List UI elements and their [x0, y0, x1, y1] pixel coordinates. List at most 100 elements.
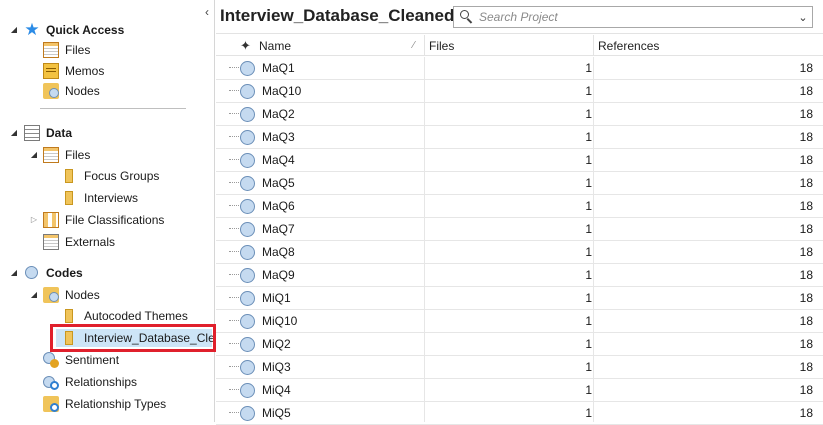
sidebar-item-data[interactable]: Data — [24, 123, 72, 143]
sidebar-item-externals[interactable]: Externals — [43, 232, 115, 252]
sidebar-item-quick-memos[interactable]: Memos — [43, 61, 104, 81]
tree-connector — [229, 412, 239, 414]
data-icon — [24, 125, 40, 141]
node-icon — [240, 268, 255, 283]
nodes-expander[interactable]: ◢ — [30, 291, 38, 299]
column-separator[interactable] — [424, 35, 425, 56]
sidebar-item-relationships[interactable]: Relationships — [43, 372, 137, 392]
row-files-count: 1 — [585, 360, 592, 374]
table-row[interactable]: MaQ4 1 18 — [216, 149, 823, 172]
sidebar-item-codes-nodes[interactable]: Nodes — [43, 285, 100, 305]
node-icon — [24, 265, 40, 281]
sidebar-item-label: Files — [65, 43, 91, 57]
row-name: MaQ4 — [262, 153, 295, 167]
quick-access-expander[interactable]: ◢ — [10, 26, 18, 34]
classification-icon — [43, 212, 59, 228]
row-references-count: 18 — [799, 291, 813, 305]
tree-connector — [229, 228, 239, 230]
folder-icon — [62, 190, 78, 206]
codes-expander[interactable]: ◢ — [10, 269, 18, 277]
node-icon — [240, 130, 255, 145]
files-icon — [43, 42, 59, 58]
row-name: MaQ9 — [262, 268, 295, 282]
section-label: Data — [46, 126, 73, 140]
sidebar-item-label: Nodes — [65, 288, 100, 302]
sidebar-item-label: Memos — [65, 64, 105, 78]
table-row[interactable]: MaQ9 1 18 — [216, 264, 823, 287]
tree-connector — [229, 113, 239, 115]
row-references-count: 18 — [799, 61, 813, 75]
table-header: ✦ Name ⁄ Files References — [216, 35, 823, 56]
sidebar-item-focus-groups[interactable]: Focus Groups — [62, 166, 159, 186]
sidebar-item-quick-nodes[interactable]: Nodes — [43, 81, 100, 101]
sidebar-item-relationship-types[interactable]: Relationship Types — [43, 394, 166, 414]
search-input[interactable] — [479, 8, 794, 26]
externals-icon — [43, 234, 59, 250]
sidebar-item-quick-files[interactable]: Files — [43, 40, 90, 60]
page-title: Interview_Database_Cleaned — [220, 6, 455, 25]
row-name: MiQ10 — [262, 314, 298, 328]
row-references-count: 18 — [799, 176, 813, 190]
column-header-files[interactable]: Files — [429, 39, 454, 53]
table-row[interactable]: MaQ7 1 18 — [216, 218, 823, 241]
sidebar-item-label: Relationships — [65, 375, 138, 389]
table-row[interactable]: MiQ10 1 18 — [216, 310, 823, 333]
row-files-count: 1 — [585, 383, 592, 397]
sidebar-item-sentiment[interactable]: Sentiment — [43, 350, 119, 370]
sidebar-item-file-classifications[interactable]: File Classifications — [43, 210, 164, 230]
sentiment-icon — [43, 352, 59, 368]
tree-connector — [229, 389, 239, 391]
column-header-name[interactable]: Name — [259, 39, 291, 53]
sort-indicator-icon: ⁄ — [413, 40, 415, 51]
tree-connector — [229, 274, 239, 276]
table-row[interactable]: MiQ2 1 18 — [216, 333, 823, 356]
collapse-sidebar-button[interactable]: ‹ — [201, 6, 213, 18]
row-references-count: 18 — [799, 222, 813, 236]
table-row[interactable]: MaQ1 1 18 — [216, 57, 823, 80]
node-icon — [240, 176, 255, 191]
sidebar-item-quick-access[interactable]: ★ Quick Access — [24, 20, 124, 40]
row-name: MiQ3 — [262, 360, 291, 374]
row-name: MaQ1 — [262, 61, 295, 75]
row-references-count: 18 — [799, 199, 813, 213]
sidebar-item-interviews[interactable]: Interviews — [62, 188, 138, 208]
sidebar-item-autocoded-themes[interactable]: Autocoded Themes — [62, 306, 188, 326]
row-references-count: 18 — [799, 130, 813, 144]
table-row[interactable]: MiQ3 1 18 — [216, 356, 823, 379]
section-divider — [40, 108, 186, 109]
row-name: MiQ1 — [262, 291, 291, 305]
row-name: MaQ3 — [262, 130, 295, 144]
files-expander[interactable]: ◢ — [30, 151, 38, 159]
row-name: MaQ6 — [262, 199, 295, 213]
sidebar-item-codes[interactable]: Codes — [24, 263, 83, 283]
table-row[interactable]: MaQ10 1 18 — [216, 80, 823, 103]
search-box[interactable]: ⌄ — [453, 6, 813, 28]
pin-icon[interactable]: ✦ — [240, 38, 251, 54]
node-icon — [240, 337, 255, 352]
table-row[interactable]: MiQ1 1 18 — [216, 287, 823, 310]
table-row[interactable]: MaQ5 1 18 — [216, 172, 823, 195]
table-row[interactable]: MaQ2 1 18 — [216, 103, 823, 126]
node-icon — [240, 84, 255, 99]
column-header-references[interactable]: References — [598, 39, 659, 53]
annotation-red-box — [50, 324, 216, 352]
row-name: MaQ5 — [262, 176, 295, 190]
sidebar-item-data-files[interactable]: Files — [43, 145, 90, 165]
row-name: MaQ2 — [262, 107, 295, 121]
table-row[interactable]: MaQ3 1 18 — [216, 126, 823, 149]
row-references-count: 18 — [799, 153, 813, 167]
section-label: Quick Access — [46, 23, 125, 37]
row-references-count: 18 — [799, 383, 813, 397]
node-icon — [240, 291, 255, 306]
table-row[interactable]: MaQ8 1 18 — [216, 241, 823, 264]
row-references-count: 18 — [799, 245, 813, 259]
column-separator[interactable] — [593, 35, 594, 56]
table-row[interactable]: MaQ6 1 18 — [216, 195, 823, 218]
data-expander[interactable]: ◢ — [10, 129, 18, 137]
chevron-down-icon[interactable]: ⌄ — [794, 11, 812, 24]
row-files-count: 1 — [585, 291, 592, 305]
sidebar-item-label: Autocoded Themes — [84, 309, 188, 323]
row-references-count: 18 — [799, 360, 813, 374]
file-classifications-expander[interactable]: ▷ — [30, 216, 38, 224]
table-row[interactable]: MiQ4 1 18 — [216, 379, 823, 402]
